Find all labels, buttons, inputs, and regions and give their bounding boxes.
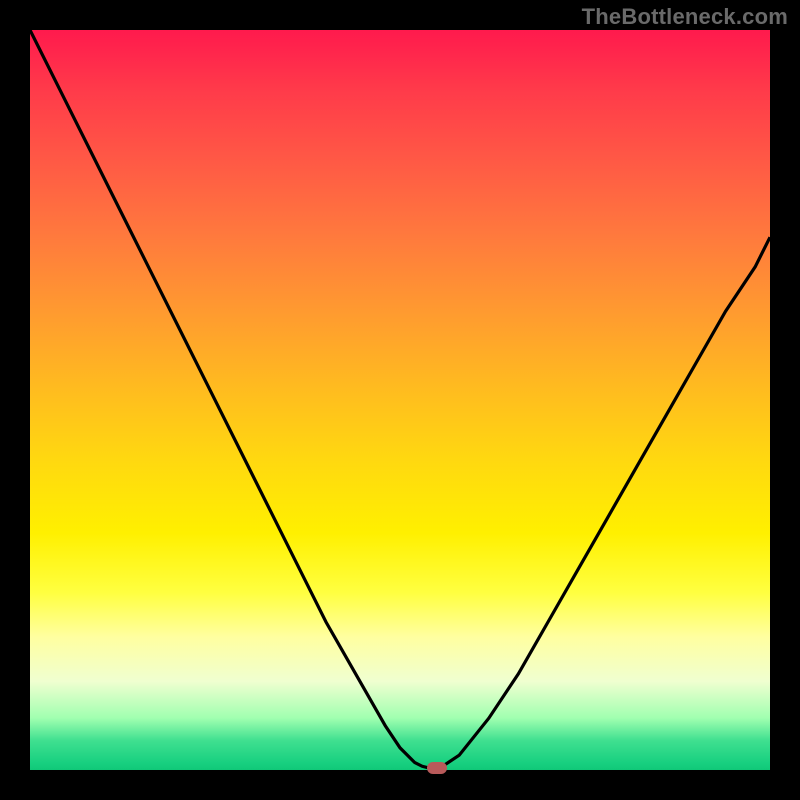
curve-svg bbox=[30, 30, 770, 770]
plot-area bbox=[30, 30, 770, 770]
chart-frame: TheBottleneck.com bbox=[0, 0, 800, 800]
watermark-text: TheBottleneck.com bbox=[582, 4, 788, 30]
bottleneck-marker bbox=[427, 762, 447, 774]
curve-path bbox=[30, 30, 770, 770]
